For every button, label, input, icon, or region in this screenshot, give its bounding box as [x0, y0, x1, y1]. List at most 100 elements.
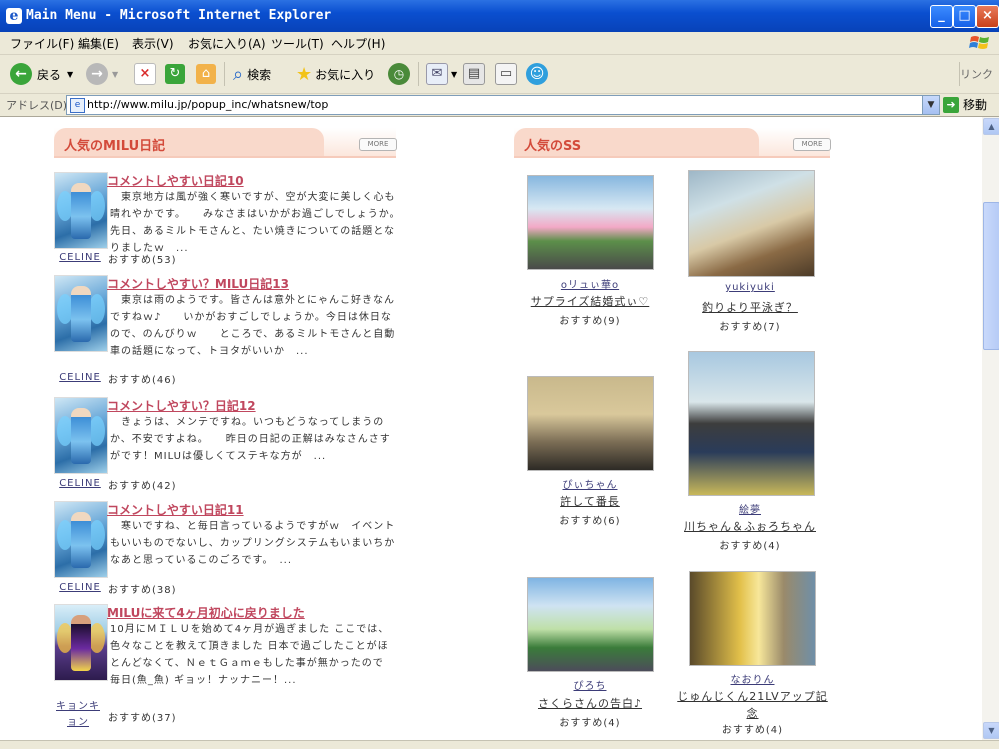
ss-user-link[interactable]: 絵夢 [680, 501, 820, 516]
mail-button[interactable]: ✉ ▼ [426, 60, 457, 88]
back-dropdown-icon[interactable]: ▼ [67, 70, 73, 79]
diary-entry: MILUに来て4ヶ月初心に戻りました 10月にＭＩＬＵを始めて4ヶ月が過ぎました… [54, 604, 399, 734]
menu-edit[interactable]: 編集(E) [78, 35, 119, 52]
refresh-icon: ↻ [165, 64, 185, 84]
history-button[interactable]: ◷ [388, 60, 410, 88]
ss-user-link[interactable]: oリュぃ華o [520, 276, 660, 291]
diary-title-link[interactable]: MILUに来て4ヶ月初心に戻りました [107, 604, 305, 621]
ss-title-link[interactable]: サプライズ結婚式ぃ♡ [520, 293, 660, 309]
menu-favorites[interactable]: お気に入り(A) [188, 35, 266, 52]
menu-view[interactable]: 表示(V) [132, 35, 174, 52]
avatar-wing [89, 520, 105, 550]
star-icon: ★ [296, 63, 313, 85]
ss-user-link[interactable]: yukiyuki [680, 282, 820, 293]
links-label[interactable]: リンク [960, 66, 993, 82]
ss-section-title: 人気のSS [524, 139, 582, 154]
ss-item: ぴろち さくらさんの告白♪ おすすめ(4) [520, 577, 660, 737]
messenger-button[interactable]: ☺ [526, 60, 548, 88]
stop-button[interactable]: × [134, 60, 156, 88]
scroll-down-icon[interactable]: ▼ [983, 722, 999, 739]
address-input[interactable]: e http://www.milu.jp/popup_inc/whatsnew/… [66, 95, 940, 115]
diary-author-link[interactable]: キョンキョン [54, 699, 102, 731]
scroll-up-icon[interactable]: ▲ [983, 118, 999, 135]
ss-user-link[interactable]: ぴろち [520, 677, 660, 692]
diary-title-link[interactable]: コメントしやすい？日記12 [107, 397, 256, 414]
screenshot-thumbnail[interactable] [689, 571, 816, 666]
ss-title-link[interactable]: さくらさんの告白♪ [520, 695, 660, 711]
screenshot-thumbnail[interactable] [688, 170, 815, 277]
ss-title-link[interactable]: 許して番長 [520, 493, 660, 509]
close-button[interactable]: × [976, 5, 999, 28]
vertical-scrollbar[interactable]: ▲ ▼ [982, 117, 999, 740]
ss-title-link[interactable]: 川ちゃん＆ふぉろちゃん [680, 518, 820, 534]
avatar-wing [89, 191, 105, 221]
screenshot-thumbnail[interactable] [527, 577, 654, 672]
diary-author-link[interactable]: CELINE [54, 252, 106, 263]
back-button[interactable]: ← 戻る ▼ [10, 60, 73, 88]
mail-dropdown-icon[interactable]: ▼ [451, 70, 457, 79]
forward-dropdown-icon[interactable]: ▼ [112, 70, 118, 79]
ss-title-link[interactable]: じゅんじくん21LVアップ記念 [675, 688, 830, 722]
search-label: 検索 [247, 67, 272, 82]
page-content: 人気のMILU日記 MORE コメントしやすい日記10 東京地方は風が強く寒いで… [0, 117, 982, 740]
ss-title-link[interactable]: 釣りより平泳ぎ？ [680, 299, 820, 315]
go-button[interactable]: ➜ 移動 [943, 96, 987, 113]
diary-recommend-count: おすすめ(38) [108, 585, 177, 596]
search-button[interactable]: ⌕ 検索 [233, 60, 271, 88]
avatar[interactable] [54, 604, 108, 681]
ie-logo-icon: e [6, 8, 22, 24]
search-icon: ⌕ [233, 63, 244, 85]
menu-tools[interactable]: ツール(T) [271, 35, 324, 52]
avatar[interactable] [54, 397, 108, 474]
diary-header-line [54, 156, 396, 158]
menu-help[interactable]: ヘルプ(H) [331, 35, 385, 52]
home-button[interactable]: ⌂ [196, 60, 216, 88]
diary-excerpt: きょうは、メンテですね。いつもどうなってしまうのか、不安ですよね。 昨日の日記の… [110, 417, 391, 462]
address-dropdown-icon[interactable]: ▼ [922, 96, 939, 114]
ss-user-link[interactable]: ぴぃちゃん [520, 476, 660, 491]
forward-button[interactable]: → ▼ [86, 60, 118, 88]
ss-more-button[interactable]: MORE [793, 138, 831, 151]
favorites-label: お気に入り [315, 67, 376, 82]
diary-author-link[interactable]: CELINE [54, 372, 106, 383]
messenger-icon: ☺ [526, 63, 548, 85]
diary-title-link[interactable]: コメントしやすい？MILU日記13 [107, 275, 289, 292]
avatar-figure [71, 183, 91, 239]
screenshot-thumbnail[interactable] [688, 351, 815, 496]
ss-recommend-count: おすすめ(6) [559, 516, 621, 527]
scroll-thumb[interactable] [983, 202, 999, 350]
print-button[interactable]: ▤ [463, 60, 485, 88]
favorites-button[interactable]: ★ お気に入り [296, 60, 375, 88]
toolbar-separator [224, 62, 225, 86]
maximize-button[interactable]: □ [953, 5, 976, 28]
windows-flag-icon [969, 36, 989, 49]
minimize-button[interactable]: _ [930, 5, 953, 28]
avatar[interactable] [54, 501, 108, 578]
diary-title-link[interactable]: コメントしやすい日記10 [107, 172, 244, 189]
ss-section-header: 人気のSS MORE [514, 128, 831, 158]
diary-excerpt: 東京地方は風が強く寒いですが、空が大変に美しく心も晴れやかです。 みなさまはいか… [110, 192, 418, 254]
diary-title-link[interactable]: コメントしやすい日記11 [107, 501, 244, 518]
ss-item: なおりん じゅんじくん21LVアップ記念 おすすめ(4) [675, 571, 830, 736]
address-label: アドレス(D) [6, 99, 68, 112]
menu-bar: ファイル(F) 編集(E) 表示(V) お気に入り(A) ツール(T) ヘルプ(… [0, 32, 999, 55]
mail-icon: ✉ [426, 63, 448, 85]
screenshot-thumbnail[interactable] [527, 175, 654, 270]
diary-author-link[interactable]: CELINE [54, 582, 106, 593]
address-bar: アドレス(D) e http://www.milu.jp/popup_inc/w… [0, 94, 999, 117]
ss-user-link[interactable]: なおりん [675, 671, 830, 686]
ss-recommend-count: おすすめ(4) [721, 725, 784, 736]
ss-item: ぴぃちゃん 許して番長 おすすめ(6) [520, 376, 660, 536]
screenshot-thumbnail[interactable] [527, 376, 654, 471]
avatar[interactable] [54, 275, 108, 352]
ss-item: oリュぃ華o サプライズ結婚式ぃ♡ おすすめ(9) [520, 175, 660, 335]
avatar[interactable] [54, 172, 108, 249]
refresh-button[interactable]: ↻ [165, 60, 185, 88]
menu-file[interactable]: ファイル(F) [10, 35, 74, 52]
diary-more-button[interactable]: MORE [359, 138, 397, 151]
edit-icon: ▭ [495, 63, 517, 85]
diary-entry: コメントしやすい日記10 東京地方は風が強く寒いですが、空が大変に美しく心も晴れ… [54, 172, 418, 267]
edit-button[interactable]: ▭ [495, 60, 517, 88]
diary-author-link[interactable]: CELINE [54, 478, 106, 489]
address-url[interactable]: http://www.milu.jp/popup_inc/whatsnew/to… [87, 98, 328, 111]
